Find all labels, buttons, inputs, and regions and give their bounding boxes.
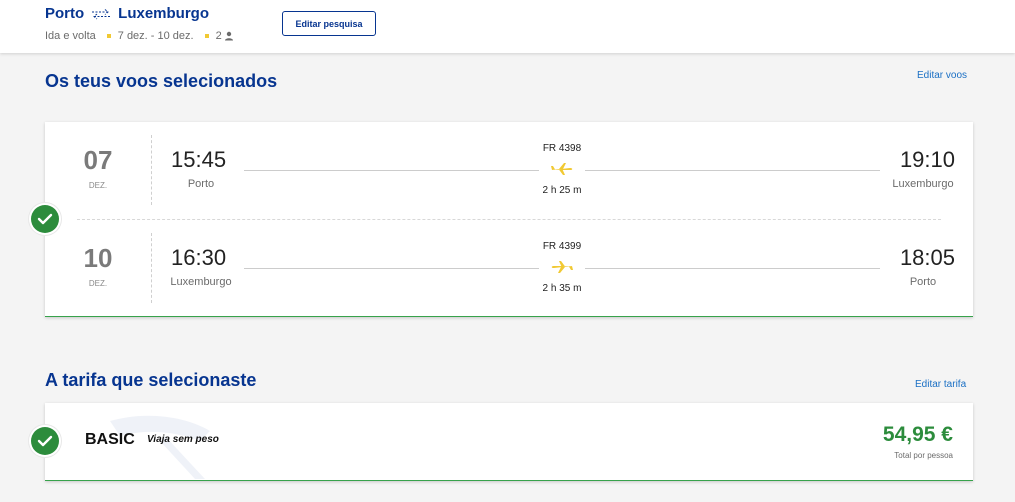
passenger-count: 2	[215, 30, 222, 42]
arrival-city: Porto	[909, 276, 937, 288]
departure-city: Porto	[187, 178, 215, 190]
departure-time: 16:30	[171, 245, 227, 270]
route-summary: Porto Luxemburgo	[45, 5, 209, 22]
flight-day: 07	[83, 145, 113, 175]
destination-city: Luxemburgo	[118, 5, 210, 22]
flight-month: DEZ.	[88, 279, 108, 288]
route-line	[244, 268, 539, 269]
trip-dates: 7 dez. - 10 dez.	[117, 30, 194, 42]
route-line	[585, 170, 880, 171]
airplane-icon	[550, 162, 574, 181]
departure-city: Luxemburgo	[170, 276, 232, 288]
departure-time: 15:45	[171, 147, 227, 172]
selected-fare-card: BASIC Viaja sem peso 54,95 € Total por p…	[45, 403, 973, 481]
swap-arrows-icon	[90, 8, 112, 20]
route-line	[244, 170, 539, 171]
leg-separator	[77, 219, 941, 220]
flights-section-title: Os teus voos selecionados	[45, 71, 278, 91]
origin-city: Porto	[45, 5, 85, 22]
route-line	[585, 268, 880, 269]
arrival-city: Luxemburgo	[892, 178, 954, 190]
edit-search-button[interactable]: Editar pesquisa	[282, 11, 376, 36]
fare-price: 54,95 €	[882, 423, 953, 446]
flight-day: 10	[83, 243, 113, 273]
outbound-flight: 07 DEZ. 15:45 Porto FR 4398 2 h 25 m 19:…	[45, 135, 973, 205]
fare-name: BASIC	[85, 431, 135, 448]
divider	[151, 233, 152, 303]
flight-month: DEZ.	[88, 181, 108, 190]
price-note: Total por pessoa	[894, 451, 953, 460]
arrival-time: 19:10	[899, 147, 955, 172]
edit-flights-link[interactable]: Editar voos	[917, 70, 967, 81]
trip-details: Ida e volta 7 dez. - 10 dez. 2	[45, 30, 234, 42]
search-summary-bar: Porto Luxemburgo Ida e volta 7 dez. - 10…	[0, 0, 1015, 53]
selected-flights-card: 07 DEZ. 15:45 Porto FR 4398 2 h 25 m 19:…	[45, 122, 973, 317]
check-circle-icon	[29, 425, 61, 457]
flight-duration: 2 h 25 m	[542, 185, 582, 196]
return-flight: 10 DEZ. 16:30 Luxemburgo FR 4399 2 h 35 …	[45, 233, 973, 303]
trip-type: Ida e volta	[45, 30, 96, 42]
flight-number: FR 4398	[542, 143, 582, 154]
fare-section-title: A tarifa que selecionaste	[45, 370, 257, 390]
flight-number: FR 4399	[542, 241, 582, 252]
airplane-icon	[550, 260, 574, 279]
divider	[151, 135, 152, 205]
edit-fare-link[interactable]: Editar tarifa	[915, 379, 966, 390]
separator-dot	[204, 34, 209, 38]
arrival-time: 18:05	[899, 245, 955, 270]
check-circle-icon	[29, 203, 61, 235]
flight-duration: 2 h 35 m	[542, 283, 582, 294]
person-icon	[224, 31, 234, 41]
fare-tagline: Viaja sem peso	[147, 434, 219, 445]
separator-dot	[106, 34, 111, 38]
